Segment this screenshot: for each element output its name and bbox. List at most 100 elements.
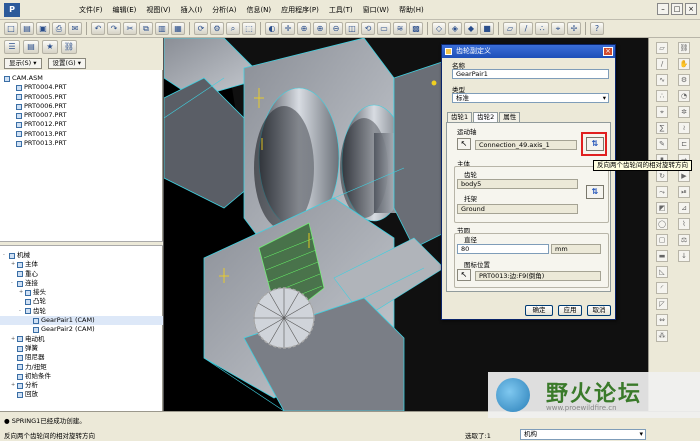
swap-bodies-button[interactable]: ⇅	[586, 185, 604, 199]
measure-icon[interactable]: ⊿	[678, 202, 690, 214]
mechanism-root[interactable]: - 机械	[0, 251, 163, 260]
mirror-icon[interactable]: ⇔	[656, 314, 668, 326]
view-manager-icon[interactable]: ▩	[409, 22, 423, 35]
analysis-run-icon[interactable]: ▶	[678, 170, 690, 182]
new-file-icon[interactable]: □	[4, 22, 18, 35]
cam-icon[interactable]: ◔	[678, 90, 690, 102]
datum-curve-icon[interactable]: ∿	[656, 74, 668, 86]
mechanism-tree-item[interactable]: 回放	[0, 390, 163, 399]
shell-icon[interactable]: ▢	[656, 234, 668, 246]
no-hidden-icon[interactable]: ◆	[464, 22, 478, 35]
paste-icon[interactable]: ▥	[155, 22, 169, 35]
spin-center-icon[interactable]: ✛	[281, 22, 295, 35]
datum-planes-icon[interactable]: ▱	[503, 22, 517, 35]
selection-filter[interactable]: 机构	[520, 429, 646, 440]
tree-root[interactable]: CAM.ASM	[0, 74, 163, 83]
open-file-icon[interactable]: ▤	[20, 22, 34, 35]
blend-icon[interactable]: ◩	[656, 202, 668, 214]
mechanism-tree-item[interactable]: GearPair2 (CAM)	[0, 325, 163, 334]
round-icon[interactable]: ◜	[656, 282, 668, 294]
connection-icon[interactable]: ⛓	[678, 42, 690, 54]
tab-properties[interactable]: 属性	[499, 112, 521, 122]
help-icon[interactable]: ?	[590, 22, 604, 35]
mechanism-tree-item[interactable]: 力/扭矩	[0, 363, 163, 372]
mechanism-tree-item[interactable]: + 电动机	[0, 335, 163, 344]
undo-icon[interactable]: ↶	[91, 22, 105, 35]
mechanism-tree-item[interactable]: - 连接	[0, 279, 163, 288]
mechanism-tree-item[interactable]: 弹簧	[0, 344, 163, 353]
tree-part[interactable]: PRT0004.PRT	[0, 83, 163, 92]
mechanism-tree-item[interactable]: 凸轮	[0, 297, 163, 306]
trace-icon[interactable]: ⌇	[678, 218, 690, 230]
dialog-close-icon[interactable]: ×	[603, 47, 613, 56]
name-field[interactable]: GearPair1	[452, 69, 609, 79]
datum-axes-icon[interactable]: /	[519, 22, 533, 35]
select-axis-arrow-icon[interactable]: ↖	[457, 138, 471, 150]
mechanism-tree-item[interactable]: + 主体	[0, 260, 163, 269]
icon-position-field[interactable]: PRT0013:边:F9(倒角)	[475, 271, 601, 281]
menu-help[interactable]: 帮助(H)	[394, 5, 429, 15]
spin-center-toggle-icon[interactable]: ✢	[567, 22, 581, 35]
show-button[interactable]: 显示(S) ▾	[4, 57, 42, 69]
spring-icon[interactable]: ≀	[678, 122, 690, 134]
diameter-field[interactable]: 80	[457, 244, 549, 254]
regen-manager-icon[interactable]: ⚙	[210, 22, 224, 35]
menu-tools[interactable]: 工具(T)	[324, 5, 358, 15]
refit-icon[interactable]: ◫	[345, 22, 359, 35]
motion-axis-field[interactable]: Connection_49.axis_1	[475, 140, 577, 150]
connections-tab-icon[interactable]: ⛓	[61, 40, 77, 54]
sweep-icon[interactable]: ⤳	[656, 186, 668, 198]
damper-icon[interactable]: ⊏	[678, 138, 690, 150]
tree-part[interactable]: PRT0013.PRT	[0, 130, 163, 139]
zoom-in-icon[interactable]: ⊕	[313, 22, 327, 35]
type-select[interactable]: 标准 ▾	[452, 93, 609, 103]
menu-insert[interactable]: 插入(I)	[176, 5, 208, 15]
gear-body-field[interactable]: body5	[457, 179, 578, 189]
playback-icon[interactable]: ⏯	[678, 186, 690, 198]
menu-applications[interactable]: 应用程序(P)	[276, 5, 324, 15]
repaint-icon[interactable]: ◐	[265, 22, 279, 35]
mechanism-tree-item[interactable]: - 齿轮	[0, 307, 163, 316]
ok-button[interactable]: 确定	[525, 305, 553, 316]
datum-axis-icon[interactable]: /	[656, 58, 668, 70]
reorient-icon[interactable]: ⟲	[361, 22, 375, 35]
cancel-button[interactable]: 取消	[587, 305, 611, 316]
panel-splitter[interactable]	[0, 241, 163, 246]
orient-icon[interactable]: ⊕	[297, 22, 311, 35]
menu-view[interactable]: 视图(V)	[141, 5, 175, 15]
datum-point-icon[interactable]: ∴	[656, 90, 668, 102]
layers-icon[interactable]: ≋	[393, 22, 407, 35]
chamfer-icon[interactable]: ◸	[656, 298, 668, 310]
tree-part[interactable]: PRT0006.PRT	[0, 102, 163, 111]
paste-special-icon[interactable]: ▦	[171, 22, 185, 35]
close-icon[interactable]: ×	[685, 3, 697, 15]
rib-icon[interactable]: ▬	[656, 250, 668, 262]
gear-icon[interactable]: ✲	[678, 106, 690, 118]
favorites-tab-icon[interactable]: ★	[42, 40, 58, 54]
mechanism-tree-item[interactable]: GearPair1 (CAM)	[0, 316, 163, 326]
hidden-line-icon[interactable]: ◈	[448, 22, 462, 35]
draft-icon[interactable]: ◺	[656, 266, 668, 278]
dialog-titlebar[interactable]: 齿轮副定义	[442, 45, 615, 58]
mechanism-tree-item[interactable]: + 接头	[0, 288, 163, 297]
shading-icon[interactable]: ■	[480, 22, 494, 35]
saved-views-icon[interactable]: ▭	[377, 22, 391, 35]
tree-part[interactable]: PRT0005.PRT	[0, 93, 163, 102]
analysis-icon[interactable]: ∑	[656, 122, 668, 134]
print-icon[interactable]: ⎙	[52, 22, 66, 35]
save-icon[interactable]: ▣	[36, 22, 50, 35]
revolve-icon[interactable]: ↻	[656, 170, 668, 182]
servo-motor-icon[interactable]: ⚙	[678, 74, 690, 86]
minimize-icon[interactable]: –	[657, 3, 669, 15]
email-icon[interactable]: ✉	[68, 22, 82, 35]
regenerate-icon[interactable]: ⟳	[194, 22, 208, 35]
mechanism-tree-item[interactable]: 初始条件	[0, 372, 163, 381]
gravity-icon[interactable]: ↓	[678, 250, 690, 262]
wireframe-icon[interactable]: ◇	[432, 22, 446, 35]
menu-info[interactable]: 信息(N)	[241, 5, 276, 15]
coord-sys-icon[interactable]: ⌖	[551, 22, 565, 35]
model-tree-tab-icon[interactable]: ☰	[4, 40, 20, 54]
carrier-field[interactable]: Ground	[457, 204, 578, 214]
pattern-icon[interactable]: ⁂	[656, 330, 668, 342]
tree-part[interactable]: PRT0007.PRT	[0, 111, 163, 120]
